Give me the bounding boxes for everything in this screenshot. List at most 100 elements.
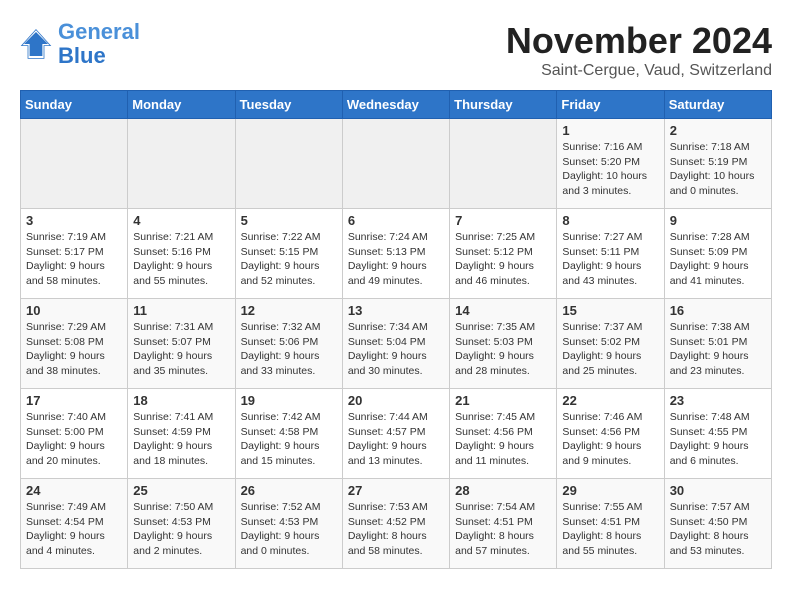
logo-icon [20,28,52,60]
calendar-cell: 27 Sunrise: 7:53 AM Sunset: 4:52 PM Dayli… [342,479,449,569]
day-info: Sunrise: 7:54 AM Sunset: 4:51 PM Dayligh… [455,500,551,559]
page-header: General Blue November 2024 Saint-Cergue,… [20,20,772,80]
day-info: Sunrise: 7:37 AM Sunset: 5:02 PM Dayligh… [562,320,658,379]
day-number: 2 [670,123,766,138]
day-number: 29 [562,483,658,498]
day-info: Sunrise: 7:41 AM Sunset: 4:59 PM Dayligh… [133,410,229,469]
month-title: November 2024 [506,20,772,62]
calendar-cell [235,119,342,209]
calendar-cell: 29 Sunrise: 7:55 AM Sunset: 4:51 PM Dayli… [557,479,664,569]
calendar-cell: 20 Sunrise: 7:44 AM Sunset: 4:57 PM Dayli… [342,389,449,479]
calendar-cell: 16 Sunrise: 7:38 AM Sunset: 5:01 PM Dayli… [664,299,771,389]
day-info: Sunrise: 7:22 AM Sunset: 5:15 PM Dayligh… [241,230,337,289]
day-info: Sunrise: 7:50 AM Sunset: 4:53 PM Dayligh… [133,500,229,559]
calendar-cell: 23 Sunrise: 7:48 AM Sunset: 4:55 PM Dayli… [664,389,771,479]
title-block: November 2024 Saint-Cergue, Vaud, Switze… [506,20,772,80]
day-number: 13 [348,303,444,318]
day-info: Sunrise: 7:35 AM Sunset: 5:03 PM Dayligh… [455,320,551,379]
day-info: Sunrise: 7:46 AM Sunset: 4:56 PM Dayligh… [562,410,658,469]
day-info: Sunrise: 7:34 AM Sunset: 5:04 PM Dayligh… [348,320,444,379]
calendar-cell: 14 Sunrise: 7:35 AM Sunset: 5:03 PM Dayli… [450,299,557,389]
day-number: 4 [133,213,229,228]
day-number: 1 [562,123,658,138]
day-info: Sunrise: 7:18 AM Sunset: 5:19 PM Dayligh… [670,140,766,199]
weekday-header: Saturday [664,91,771,119]
calendar-cell: 9 Sunrise: 7:28 AM Sunset: 5:09 PM Daylig… [664,209,771,299]
day-number: 10 [26,303,122,318]
day-info: Sunrise: 7:28 AM Sunset: 5:09 PM Dayligh… [670,230,766,289]
day-number: 19 [241,393,337,408]
calendar-week-row: 3 Sunrise: 7:19 AM Sunset: 5:17 PM Daylig… [21,209,772,299]
day-number: 27 [348,483,444,498]
day-info: Sunrise: 7:25 AM Sunset: 5:12 PM Dayligh… [455,230,551,289]
day-number: 30 [670,483,766,498]
calendar-cell: 8 Sunrise: 7:27 AM Sunset: 5:11 PM Daylig… [557,209,664,299]
day-number: 3 [26,213,122,228]
weekday-header: Monday [128,91,235,119]
calendar-cell [128,119,235,209]
day-info: Sunrise: 7:32 AM Sunset: 5:06 PM Dayligh… [241,320,337,379]
day-number: 12 [241,303,337,318]
day-info: Sunrise: 7:52 AM Sunset: 4:53 PM Dayligh… [241,500,337,559]
day-info: Sunrise: 7:42 AM Sunset: 4:58 PM Dayligh… [241,410,337,469]
day-info: Sunrise: 7:48 AM Sunset: 4:55 PM Dayligh… [670,410,766,469]
calendar-cell: 26Sunrise: 7:52 AM Sunset: 4:53 PM Dayli… [235,479,342,569]
day-info: Sunrise: 7:45 AM Sunset: 4:56 PM Dayligh… [455,410,551,469]
calendar-cell: 4 Sunrise: 7:21 AM Sunset: 5:16 PM Daylig… [128,209,235,299]
calendar-week-row: 24Sunrise: 7:49 AM Sunset: 4:54 PM Dayli… [21,479,772,569]
day-info: Sunrise: 7:16 AM Sunset: 5:20 PM Dayligh… [562,140,658,199]
day-number: 20 [348,393,444,408]
day-info: Sunrise: 7:57 AM Sunset: 4:50 PM Dayligh… [670,500,766,559]
calendar-week-row: 10 Sunrise: 7:29 AM Sunset: 5:08 PM Dayli… [21,299,772,389]
day-number: 8 [562,213,658,228]
day-info: Sunrise: 7:38 AM Sunset: 5:01 PM Dayligh… [670,320,766,379]
day-info: Sunrise: 7:44 AM Sunset: 4:57 PM Dayligh… [348,410,444,469]
calendar-cell: 3 Sunrise: 7:19 AM Sunset: 5:17 PM Daylig… [21,209,128,299]
calendar-cell: 15Sunrise: 7:37 AM Sunset: 5:02 PM Dayli… [557,299,664,389]
day-number: 21 [455,393,551,408]
logo: General Blue [20,20,140,68]
calendar-cell: 10 Sunrise: 7:29 AM Sunset: 5:08 PM Dayli… [21,299,128,389]
day-number: 17 [26,393,122,408]
day-info: Sunrise: 7:31 AM Sunset: 5:07 PM Dayligh… [133,320,229,379]
day-number: 9 [670,213,766,228]
calendar-cell: 6Sunrise: 7:24 AM Sunset: 5:13 PM Daylig… [342,209,449,299]
day-number: 24 [26,483,122,498]
day-info: Sunrise: 7:21 AM Sunset: 5:16 PM Dayligh… [133,230,229,289]
calendar-cell: 12 Sunrise: 7:32 AM Sunset: 5:06 PM Dayli… [235,299,342,389]
calendar-cell: 30 Sunrise: 7:57 AM Sunset: 4:50 PM Dayli… [664,479,771,569]
location: Saint-Cergue, Vaud, Switzerland [506,62,772,80]
weekday-header: Sunday [21,91,128,119]
day-number: 14 [455,303,551,318]
day-number: 5 [241,213,337,228]
day-number: 11 [133,303,229,318]
weekday-header: Friday [557,91,664,119]
logo-blue: Blue [58,43,106,68]
calendar-table: SundayMondayTuesdayWednesdayThursdayFrid… [20,90,772,569]
day-number: 7 [455,213,551,228]
logo-general: General [58,19,140,44]
calendar-cell: 5 Sunrise: 7:22 AM Sunset: 5:15 PM Daylig… [235,209,342,299]
calendar-cell: 13 Sunrise: 7:34 AM Sunset: 5:04 PM Dayli… [342,299,449,389]
day-number: 16 [670,303,766,318]
day-info: Sunrise: 7:55 AM Sunset: 4:51 PM Dayligh… [562,500,658,559]
weekday-header: Thursday [450,91,557,119]
logo-text: General Blue [58,20,140,68]
day-number: 23 [670,393,766,408]
calendar-header-row: SundayMondayTuesdayWednesdayThursdayFrid… [21,91,772,119]
day-number: 18 [133,393,229,408]
calendar-cell: 24Sunrise: 7:49 AM Sunset: 4:54 PM Dayli… [21,479,128,569]
calendar-cell [21,119,128,209]
calendar-week-row: 1 Sunrise: 7:16 AM Sunset: 5:20 PM Daylig… [21,119,772,209]
calendar-cell: 7 Sunrise: 7:25 AM Sunset: 5:12 PM Daylig… [450,209,557,299]
day-info: Sunrise: 7:29 AM Sunset: 5:08 PM Dayligh… [26,320,122,379]
day-info: Sunrise: 7:40 AM Sunset: 5:00 PM Dayligh… [26,410,122,469]
calendar-cell: 1 Sunrise: 7:16 AM Sunset: 5:20 PM Daylig… [557,119,664,209]
day-info: Sunrise: 7:53 AM Sunset: 4:52 PM Dayligh… [348,500,444,559]
day-number: 22 [562,393,658,408]
day-info: Sunrise: 7:27 AM Sunset: 5:11 PM Dayligh… [562,230,658,289]
weekday-header: Wednesday [342,91,449,119]
calendar-cell: 25Sunrise: 7:50 AM Sunset: 4:53 PM Dayli… [128,479,235,569]
day-number: 28 [455,483,551,498]
day-info: Sunrise: 7:19 AM Sunset: 5:17 PM Dayligh… [26,230,122,289]
